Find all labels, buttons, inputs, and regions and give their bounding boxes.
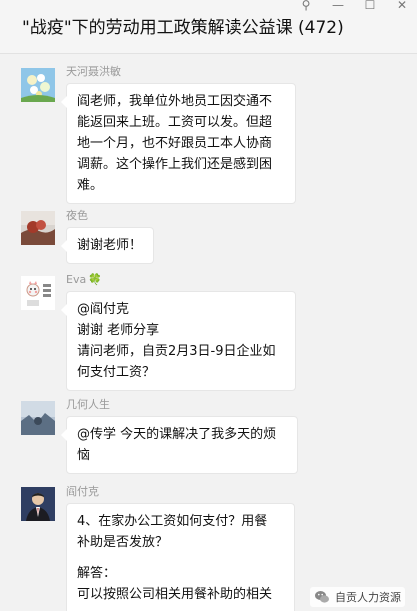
- message-line: 能返回来上班。工资可以发。但超: [77, 115, 273, 130]
- message-line: [77, 553, 284, 563]
- sender-name: Eva 🍀: [66, 273, 102, 286]
- chat-title: "战疫"下的劳动用工政策解读公益课 (472): [22, 18, 344, 38]
- message-bubble[interactable]: @传学 今天的课解决了我多天的烦 恼: [61, 416, 298, 474]
- avatar[interactable]: [21, 211, 55, 245]
- sender-name: 阎付克: [66, 485, 99, 498]
- watermark: 自贡人力资源: [310, 587, 405, 607]
- message-line: 谢谢老师！: [77, 238, 143, 253]
- message-line: 调薪。这个操作上我们还是感到困: [77, 157, 273, 172]
- chat-area[interactable]: 天河聂洪敏 阎老师，我单位外地员工因交通不 能返回来上班。工资可以发。但超 地一…: [0, 55, 417, 611]
- clover-icon: 🍀: [88, 273, 102, 286]
- avatar[interactable]: [21, 68, 55, 102]
- maximize-icon[interactable]: ☐: [363, 0, 377, 12]
- minimize-icon[interactable]: —: [331, 0, 345, 12]
- watermark-text: 自贡人力资源: [335, 591, 401, 604]
- message-line: 阎老师，我单位外地员工因交通不: [77, 94, 273, 109]
- sender-name-text: Eva: [66, 273, 87, 286]
- message-line: 补助是否发放？: [77, 535, 169, 550]
- title-bar: ⚲ — ☐ ✕ "战疫"下的劳动用工政策解读公益课 (472): [0, 0, 417, 54]
- wechat-icon: [315, 591, 329, 603]
- message-line: 何支付工资？: [77, 365, 156, 380]
- avatar[interactable]: [21, 276, 55, 310]
- message-line: 可以按照公司相关用餐补助的相关: [77, 587, 273, 602]
- pin-icon[interactable]: ⚲: [299, 0, 313, 12]
- message-line: 4、在家办公工资如何支付？用餐: [77, 514, 268, 529]
- message-bubble[interactable]: @阎付克 谢谢 老师分享 请问老师，自贡2月3日-9日企业如 何支付工资？: [61, 291, 296, 391]
- message-line: 请问老师，自贡2月3日-9日企业如: [77, 344, 276, 359]
- sender-name: 几何人生: [66, 398, 110, 411]
- message-line: 地一个月，也不好跟员工本人协商: [77, 136, 273, 151]
- message-line: 难。: [77, 178, 104, 193]
- message-line: 谢谢 老师分享: [77, 323, 160, 338]
- window-controls: ⚲ — ☐ ✕: [299, 0, 409, 12]
- close-icon[interactable]: ✕: [395, 0, 409, 12]
- message-bubble[interactable]: 谢谢老师！: [61, 227, 154, 264]
- message-bubble[interactable]: 4、在家办公工资如何支付？用餐 补助是否发放？ 解答： 可以按照公司相关用餐补助…: [66, 503, 295, 611]
- message-line: 恼: [77, 448, 91, 463]
- sender-name: 夜色: [66, 209, 88, 222]
- avatar[interactable]: [21, 487, 55, 521]
- avatar[interactable]: [21, 401, 55, 435]
- sender-name: 天河聂洪敏: [66, 65, 121, 78]
- message-bubble[interactable]: 阎老师，我单位外地员工因交通不 能返回来上班。工资可以发。但超 地一个月，也不好…: [61, 83, 296, 204]
- message-line: @传学 今天的课解决了我多天的烦: [77, 427, 277, 442]
- message-line: 解答：: [77, 566, 117, 581]
- message-line: @阎付克: [77, 302, 130, 317]
